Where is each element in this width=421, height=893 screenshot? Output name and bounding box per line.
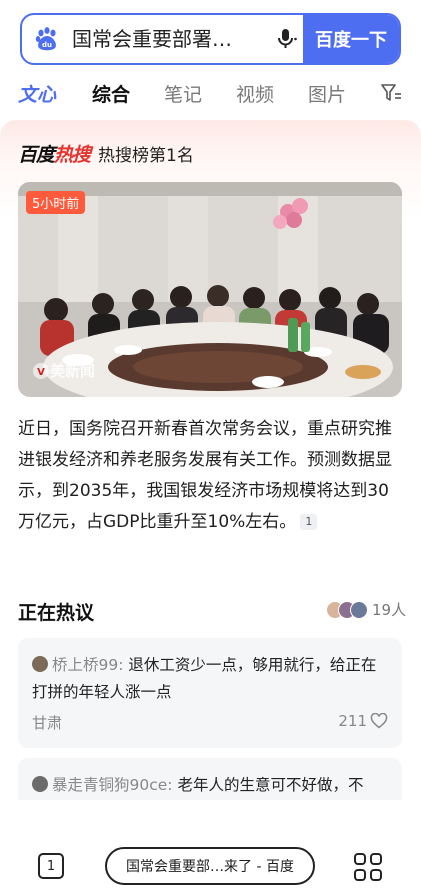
watermark-text: 美新闻 (50, 362, 96, 380)
search-button[interactable]: 百度一下 (303, 15, 399, 63)
comment-user[interactable]: 桥上桥99: (52, 656, 123, 674)
logo-prefix: 百度 (18, 144, 55, 166)
search-input[interactable]: 国常会重要部署… (72, 15, 269, 63)
like-count: 211 (338, 712, 367, 730)
comment-user[interactable]: 暴走青铜狗90ce: (52, 776, 173, 794)
search-bar: du 国常会重要部署… 百度一下 (20, 13, 401, 65)
participant-count: 19人 (372, 601, 407, 619)
heart-icon (370, 713, 388, 729)
comment-text: 老年人的生意可不好做，不 (177, 776, 364, 794)
comment-card[interactable]: 桥上桥99: 退休工资少一点，够用就行，给正在打拼的年轻人涨一点 甘肃 211 (18, 638, 402, 748)
watermark: V 美新闻 (32, 360, 95, 381)
comment-body: 桥上桥99: 退休工资少一点，够用就行，给正在打拼的年轻人涨一点 (32, 652, 390, 706)
svg-text:du: du (42, 41, 52, 49)
avatar (350, 600, 368, 619)
participant-avatars[interactable]: 19人 (326, 599, 406, 620)
hot-search-card[interactable]: 百度热搜 热搜榜第1名 5小时前 V 美新闻 近日，国务院召开新春首次常务会议，… (0, 120, 421, 800)
filter-icon[interactable] (380, 82, 402, 108)
tab-comprehensive[interactable]: 综合 (92, 80, 130, 107)
summary-text: 近日，国务院召开新春首次常务会议，重点研究推进银发经济和养老服务发展有关工作。预… (18, 419, 392, 532)
baidu-paw-icon: du (22, 15, 72, 63)
hot-search-header: 百度热搜 热搜榜第1名 (18, 140, 194, 167)
logo-hot: 热搜 (54, 144, 91, 166)
avatar (32, 656, 48, 672)
tab-video[interactable]: 视频 (236, 80, 274, 107)
comment-location: 甘肃 (32, 714, 63, 732)
comment-body: 暴走青铜狗90ce: 老年人的生意可不好做，不 (32, 772, 390, 799)
baidu-hot-logo: 百度热搜 (18, 140, 91, 167)
page-title-pill[interactable]: 国常会重要部…来了 - 百度 (105, 847, 315, 885)
news-source-icon: V (33, 362, 49, 379)
comment-card[interactable]: 暴走青铜狗90ce: 老年人的生意可不好做，不 (18, 758, 402, 800)
bottom-bar: 1 国常会重要部…来了 - 百度 (0, 836, 421, 893)
tab-images[interactable]: 图片 (308, 80, 346, 107)
hot-rank-label: 热搜榜第1名 (98, 146, 194, 166)
tab-wenxin[interactable]: 文心 (18, 80, 56, 107)
time-badge: 5小时前 (26, 191, 86, 214)
search-tabs: 文心 综合 笔记 视频 图片 (0, 74, 421, 110)
avatar (32, 776, 48, 792)
discussion-title: 正在热议 (18, 602, 95, 624)
svg-text:V: V (37, 367, 45, 378)
microphone-icon[interactable] (269, 15, 303, 63)
reference-badge[interactable]: 1 (300, 514, 318, 530)
like-button[interactable]: 211 (338, 712, 388, 730)
grid-menu-icon[interactable] (353, 852, 383, 886)
page-count-button[interactable]: 1 (38, 853, 64, 879)
news-photo[interactable]: 5小时前 V 美新闻 (18, 182, 402, 397)
tab-notes[interactable]: 笔记 (164, 80, 202, 107)
news-summary: 近日，国务院召开新春首次常务会议，重点研究推进银发经济和养老服务发展有关工作。预… (18, 414, 404, 538)
